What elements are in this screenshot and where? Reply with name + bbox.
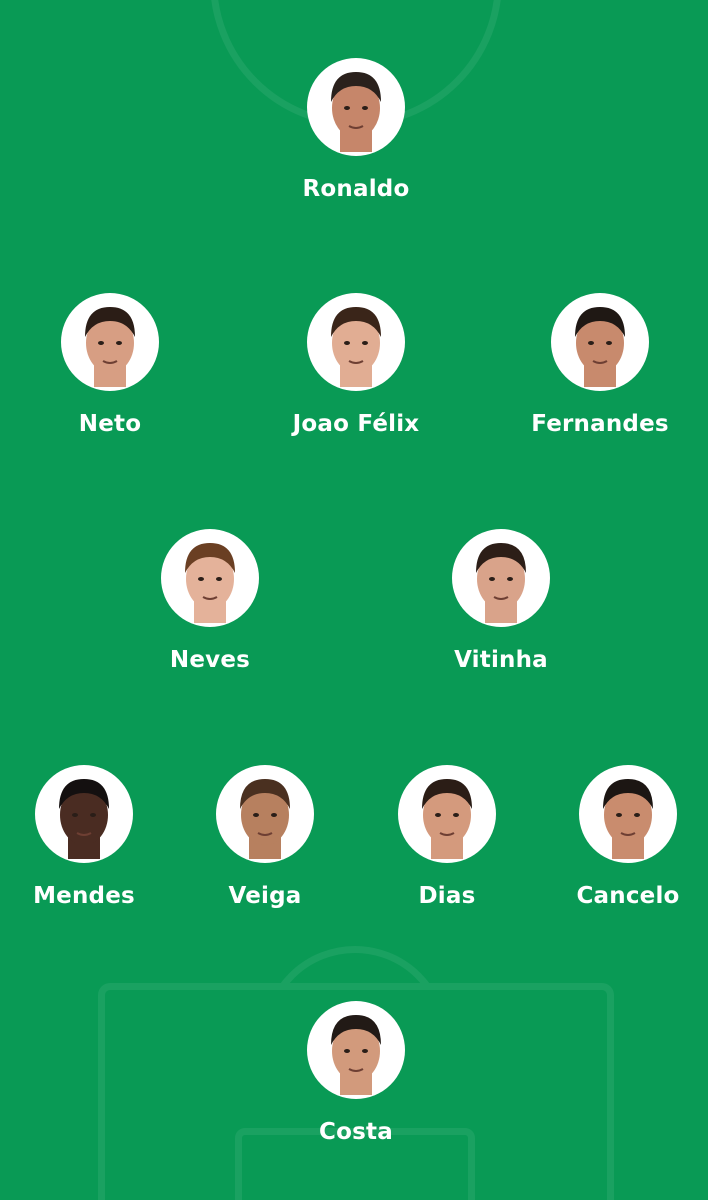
- player-name: Neto: [78, 411, 142, 437]
- player-portrait: [185, 543, 235, 623]
- player-card-vitinha[interactable]: Vitinha: [416, 529, 586, 673]
- player-name: Fernandes: [531, 411, 669, 437]
- player-portrait: [575, 307, 625, 387]
- player-portrait: [85, 307, 135, 387]
- player-card-neto[interactable]: Neto: [25, 293, 195, 437]
- player-avatar: [307, 293, 405, 391]
- player-card-neves[interactable]: Neves: [125, 529, 295, 673]
- player-card-costa[interactable]: Costa: [271, 1001, 441, 1145]
- player-card-mendes[interactable]: Mendes: [0, 765, 169, 909]
- player-portrait: [603, 779, 653, 859]
- player-avatar: [35, 765, 133, 863]
- football-pitch: Ronaldo Neto Joao Félix Fernandes Neves …: [0, 0, 708, 1200]
- player-name: Veiga: [228, 883, 302, 909]
- player-avatar: [579, 765, 677, 863]
- player-card-joao-felix[interactable]: Joao Félix: [271, 293, 441, 437]
- player-portrait: [331, 307, 381, 387]
- player-card-fernandes[interactable]: Fernandes: [515, 293, 685, 437]
- player-name: Neves: [169, 647, 251, 673]
- player-avatar: [161, 529, 259, 627]
- player-portrait: [422, 779, 472, 859]
- player-name: Vitinha: [454, 647, 548, 673]
- player-portrait: [476, 543, 526, 623]
- player-portrait: [240, 779, 290, 859]
- player-portrait: [331, 1015, 381, 1095]
- player-avatar: [307, 58, 405, 156]
- player-avatar: [398, 765, 496, 863]
- player-card-veiga[interactable]: Veiga: [180, 765, 350, 909]
- player-portrait: [59, 779, 109, 859]
- player-name: Ronaldo: [302, 176, 410, 202]
- player-card-cancelo[interactable]: Cancelo: [543, 765, 708, 909]
- player-name: Joao Félix: [292, 411, 420, 437]
- player-avatar: [307, 1001, 405, 1099]
- player-card-ronaldo[interactable]: Ronaldo: [271, 58, 441, 202]
- player-name: Dias: [418, 883, 476, 909]
- player-card-dias[interactable]: Dias: [362, 765, 532, 909]
- player-name: Mendes: [33, 883, 135, 909]
- player-avatar: [452, 529, 550, 627]
- player-avatar: [551, 293, 649, 391]
- player-name: Costa: [319, 1119, 393, 1145]
- player-avatar: [61, 293, 159, 391]
- player-avatar: [216, 765, 314, 863]
- player-portrait: [331, 72, 381, 152]
- player-name: Cancelo: [576, 883, 680, 909]
